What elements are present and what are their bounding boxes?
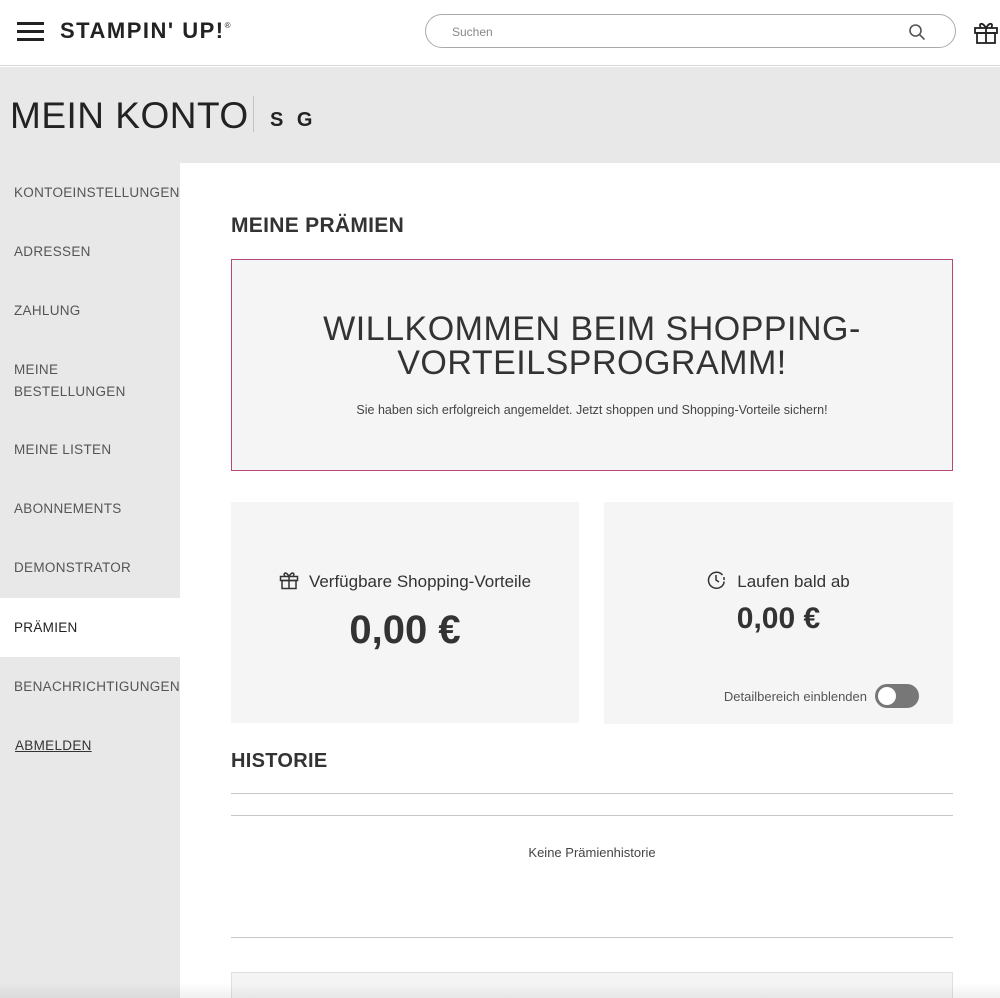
welcome-title-line1: WILLKOMMEN BEIM SHOPPING- — [323, 310, 861, 348]
sidebar-item-meine-bestellungen[interactable]: MEINE BESTELLUNGEN — [0, 340, 180, 422]
available-rewards-card: Verfügbare Shopping-Vorteile 0,00 € — [231, 502, 579, 723]
welcome-title-line2: VORTEILSPROGRAMM! — [397, 344, 787, 382]
welcome-title: WILLKOMMEN BEIM SHOPPING- VORTEILSPROGRA… — [232, 312, 952, 380]
sidebar-item-label: KONTOEINSTELLUNGEN — [14, 184, 180, 200]
sidebar-item-zahlung[interactable]: ZAHLUNG — [0, 281, 180, 340]
gift-icon[interactable] — [973, 19, 999, 45]
rewards-main: MEINE PRÄMIEN WILLKOMMEN BEIM SHOPPING- … — [180, 163, 1000, 998]
sidebar-item-label: ZAHLUNG — [14, 302, 81, 318]
site-header: STAMPIN' UP!® — [0, 0, 1000, 66]
sidebar-item-label: MEINE LISTEN — [14, 441, 112, 457]
expiring-rewards-label: Laufen bald ab — [737, 572, 850, 591]
history-divider-top — [231, 793, 953, 794]
expiring-rewards-label-row: Laufen bald ab — [604, 570, 953, 592]
available-rewards-label-row: Verfügbare Shopping-Vorteile — [231, 570, 579, 592]
available-rewards-value: 0,00 € — [349, 608, 461, 652]
sidebar-item-label: DEMONSTRATOR — [14, 559, 132, 575]
user-initials: S G — [270, 109, 317, 131]
expiring-rewards-card: Laufen bald ab 0,00 € Detailbereich einb… — [604, 502, 953, 724]
sidebar-item-label: ABONNEMENTS — [14, 500, 122, 516]
sidebar-item-label: BENACHRICHTIGUNGEN — [14, 678, 180, 694]
page-header-band: MEIN KONTO S G — [0, 67, 1000, 163]
details-toggle-label: Detailbereich einblenden — [723, 688, 867, 704]
sidebar-item-meine-listen[interactable]: MEINE LISTEN — [0, 420, 180, 479]
page-bottom-shadow — [0, 982, 1000, 998]
section-title-rewards: MEINE PRÄMIEN — [231, 214, 405, 237]
toggle-knob — [878, 687, 896, 705]
logo-text[interactable]: STAMPIN' UP! — [60, 18, 225, 43]
brand-logo[interactable]: STAMPIN' UP!® — [60, 18, 231, 44]
welcome-subtitle: Sie haben sich erfolgreich angemeldet. J… — [356, 403, 828, 417]
clock-alert-icon — [708, 571, 726, 590]
account-sidebar: KONTOEINSTELLUNGEN ADRESSEN ZAHLUNG MEIN… — [0, 163, 180, 998]
history-divider — [231, 815, 953, 816]
page-title: MEIN KONTO — [10, 95, 249, 136]
sidebar-item-abonnements[interactable]: ABONNEMENTS — [0, 479, 180, 538]
expiring-rewards-value: 0,00 € — [736, 602, 821, 635]
title-divider — [253, 96, 254, 132]
search-icon[interactable] — [908, 23, 926, 41]
sidebar-item-demonstrator[interactable]: DEMONSTRATOR — [0, 538, 180, 597]
sidebar-item-label: ADRESSEN — [14, 243, 91, 259]
logout-link[interactable]: ABMELDEN — [15, 738, 92, 753]
history-empty-message: Keine Prämienhistorie — [528, 845, 656, 860]
sidebar-item-benachrichtigungen[interactable]: BENACHRICHTIGUNGEN — [0, 657, 180, 716]
sidebar-item-label: PRÄMIEN — [14, 619, 78, 635]
welcome-banner: WILLKOMMEN BEIM SHOPPING- VORTEILSPROGRA… — [231, 259, 953, 471]
sidebar-item-kontoeinstellungen[interactable]: KONTOEINSTELLUNGEN — [0, 163, 180, 222]
search-input[interactable] — [452, 23, 892, 41]
sidebar-item-label: MEINE BESTELLUNGEN — [14, 362, 126, 399]
gift-icon — [279, 572, 299, 590]
search-bar[interactable] — [425, 14, 956, 48]
section-title-history: HISTORIE — [231, 750, 328, 772]
sidebar-item-praemien[interactable]: PRÄMIEN — [0, 598, 180, 657]
details-toggle[interactable] — [875, 684, 919, 708]
details-toggle-row: Detailbereich einblenden — [724, 684, 919, 708]
available-rewards-label: Verfügbare Shopping-Vorteile — [308, 572, 532, 591]
registered-mark: ® — [224, 21, 231, 30]
history-divider-bottom — [231, 937, 953, 938]
sidebar-item-adressen[interactable]: ADRESSEN — [0, 222, 180, 281]
hamburger-icon[interactable] — [17, 21, 44, 42]
